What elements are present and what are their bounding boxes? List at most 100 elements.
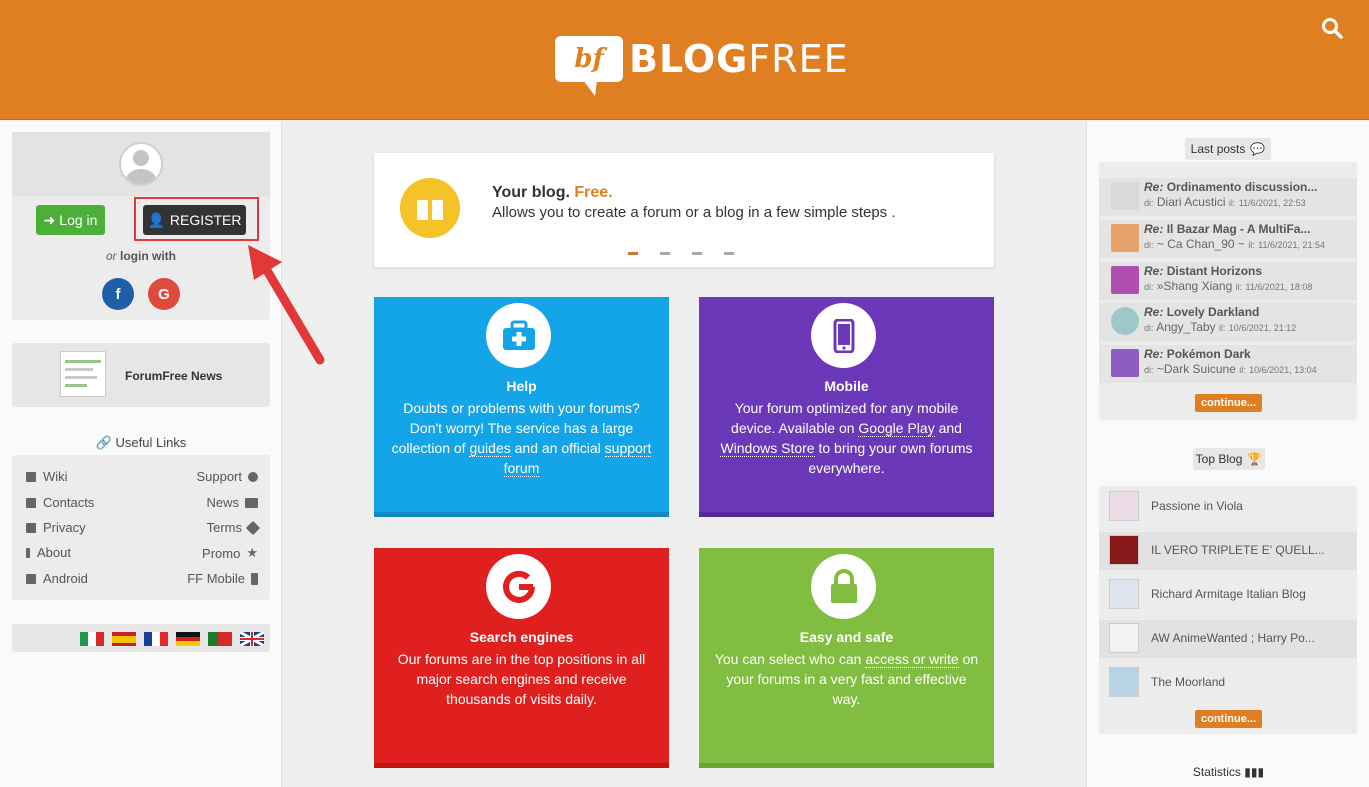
flag-germany-icon[interactable] [176,632,200,647]
blog-thumbnail [1109,579,1139,609]
link-news[interactable]: News [206,495,258,510]
avatar [119,142,163,186]
lock-icon [26,522,36,533]
smartphone-icon [811,303,876,368]
star-icon: ★ [246,545,258,560]
card-easy-safe: Easy and safe You can select who can acc… [699,548,994,768]
link-terms[interactable]: Terms [207,520,261,535]
or-login-text: or login with [105,249,176,263]
medkit-icon [486,303,551,368]
link-ff-mobile[interactable]: FF Mobile [187,571,258,586]
link-promo[interactable]: Promo ★ [202,545,258,561]
top-blog-continue-button[interactable]: continue... [1195,710,1262,728]
slider-dot[interactable] [724,252,734,255]
card-mobile: Mobile Your forum optimized for any mobi… [699,297,994,517]
lifebuoy-icon [248,471,258,482]
card-help: Help Doubts or problems with your forums… [374,297,669,517]
hero-title: Your blog. Free. [492,184,613,201]
useful-links-title: 🔗 Useful Links [95,435,187,450]
blog-thumbnail [1109,667,1139,697]
card-safe-title: Easy and safe [799,629,894,645]
card-mobile-text: Your forum optimized for any mobile devi… [720,400,973,476]
post-item[interactable]: Re: Ordinamento discussion... di: Diari … [1099,178,1357,216]
last-posts-title: Last posts 💬 [1185,138,1271,160]
logo-mark: bf [555,36,623,96]
card-search-engines: Search engines Our forums are in the top… [374,548,669,768]
news-thumbnail [60,351,106,397]
book-icon [26,471,36,482]
card-help-title: Help [506,378,537,394]
link-contacts[interactable]: Contacts [26,495,94,510]
slider-dot[interactable] [692,252,702,255]
last-posts-list: Re: Ordinamento discussion... di: Diari … [1099,162,1357,420]
padlock-icon [811,554,876,619]
blog-item[interactable]: IL VERO TRIPLETE E' QUELL... [1099,532,1357,570]
statistics-title: Statistics ▮▮▮ [1192,765,1265,779]
forumfree-news[interactable]: ForumFree News [12,343,270,407]
link-about[interactable]: About [26,545,71,560]
post-avatar [1111,182,1139,210]
slider-dots [628,252,734,255]
last-posts-continue-button[interactable]: continue... [1195,394,1262,412]
top-blog-title: Top Blog 🏆 [1193,448,1265,470]
flag-italy-icon[interactable] [80,632,104,646]
link-android[interactable]: Android [26,571,88,586]
post-item[interactable]: Re: Lovely Darkland di: Angy_Taby il: 10… [1099,303,1357,341]
blog-thumbnail [1109,623,1139,653]
link-privacy[interactable]: Privacy [26,520,86,535]
logo-text: BLOGFREE [629,37,849,81]
post-avatar [1111,224,1139,252]
blog-item[interactable]: Passione in Viola [1099,488,1357,526]
news-label: ForumFree News [125,369,223,383]
bar-chart-icon: ▮▮▮ [1244,765,1265,779]
guides-link[interactable]: guides [469,440,511,457]
flag-uk-icon[interactable] [240,632,264,646]
comment-icon: 💬 [1250,142,1266,156]
post-item[interactable]: Re: Distant Horizons di: »Shang Xiang il… [1099,262,1357,300]
flag-spain-icon[interactable] [112,632,136,646]
sign-in-icon: ➜ [43,211,56,228]
card-search-title: Search engines [469,629,574,645]
envelope-icon [26,497,36,508]
blog-item[interactable]: The Moorland [1099,664,1357,702]
right-sidebar: Last posts 💬 Re: Ordinamento discussion..… [1086,121,1369,787]
flag-portugal-icon[interactable] [208,632,232,646]
language-selector [12,624,270,652]
blog-item[interactable]: Richard Armitage Italian Blog [1099,576,1357,614]
login-button[interactable]: ➜ Log in [36,205,105,235]
link-wiki[interactable]: Wiki [26,469,68,484]
blogfree-logo[interactable]: bf BLOGFREE [555,36,849,96]
slider-dot[interactable] [628,252,638,255]
site-header: bf BLOGFREE [0,0,1369,120]
register-highlight-box [134,197,259,241]
link-support[interactable]: Support [196,469,258,484]
info-icon [26,547,30,558]
google-login-button[interactable]: G [148,278,180,310]
post-item[interactable]: Re: Pokémon Dark di: ~Dark Suicune il: 1… [1099,345,1357,383]
card-search-text: Our forums are in the top positions in a… [397,651,646,707]
post-avatar [1111,349,1139,377]
hero-slider: Your blog. Free. Allows you to create a … [374,153,994,267]
card-mobile-title: Mobile [824,378,869,394]
blog-thumbnail [1109,491,1139,521]
flag-france-icon[interactable] [144,632,168,646]
search-icon[interactable] [1320,16,1344,40]
hero-subtitle: Allows you to create a forum or a blog i… [492,204,896,221]
gift-icon [400,178,460,238]
post-avatar [1111,307,1139,335]
blog-item[interactable]: AW AnimeWanted ; Harry Po... [1099,620,1357,658]
windows-store-link[interactable]: Windows Store [720,440,815,457]
gavel-icon [245,520,261,535]
useful-links: Wiki Contacts Privacy About Android Supp… [12,455,270,600]
slider-dot[interactable] [660,252,670,255]
google-icon [486,554,551,619]
arrow-annotation-icon [248,245,325,365]
google-play-link[interactable]: Google Play [858,420,935,437]
facebook-login-button[interactable]: f [102,278,134,310]
access-write-link[interactable]: access or write [865,651,959,668]
blog-thumbnail [1109,535,1139,565]
android-icon [26,573,36,584]
post-item[interactable]: Re: Il Bazar Mag - A MultiFa... di: ~ Ca… [1099,220,1357,258]
newspaper-icon [245,497,258,508]
trophy-icon: 🏆 [1247,452,1263,466]
